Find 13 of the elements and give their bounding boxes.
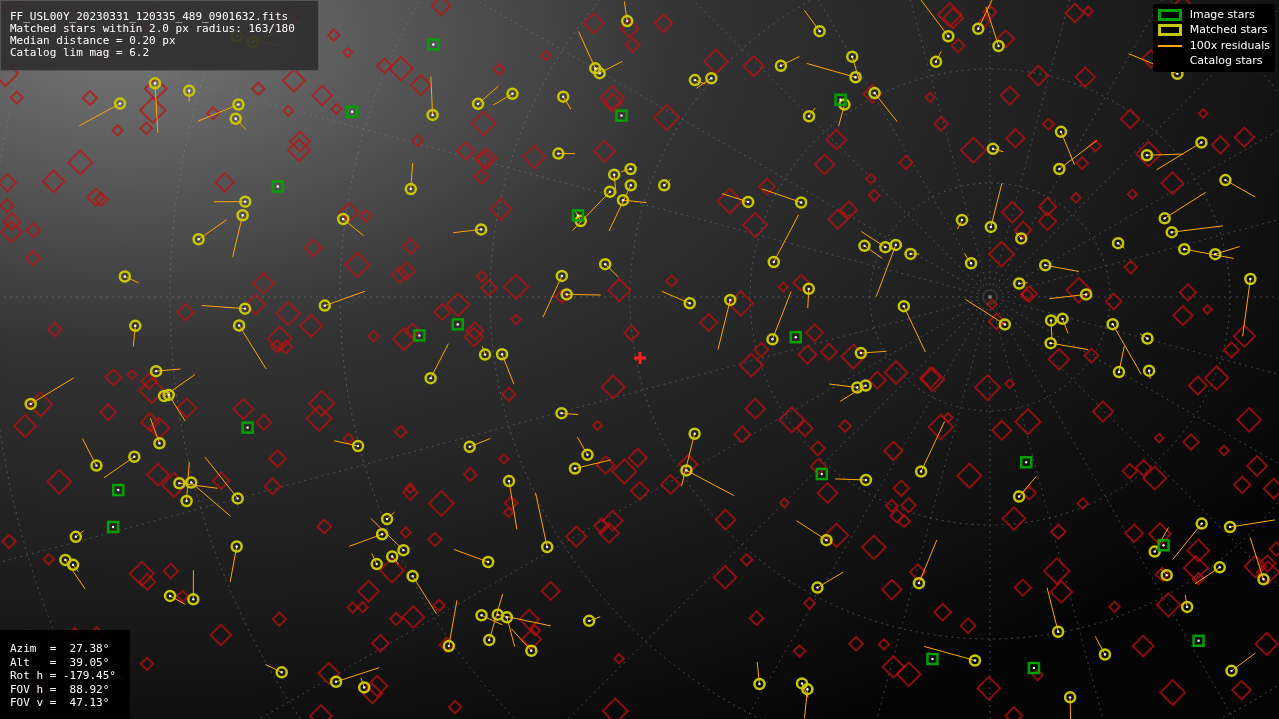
legend-label: Catalog stars <box>1189 53 1263 69</box>
info-text: Matched stars within 2.0 px radius: 163/180 <box>10 23 296 35</box>
pointing-text: FOV v = 47.13° <box>10 696 111 710</box>
legend-label: Matched stars <box>1189 22 1268 38</box>
legend-label: Image stars <box>1189 6 1255 23</box>
pointing-text: Rot h = -179.45° <box>10 669 117 683</box>
pointing-text: Azim = 27.38° <box>10 642 111 656</box>
info-text: Median distance = 0.20 px <box>10 35 177 47</box>
pointing-text: Alt = 39.05° <box>10 655 111 669</box>
info-text: FF_USL00Y_20230331_120335_489_0901632.fits <box>10 11 290 23</box>
pointing-text: FOV h = 88.92° <box>10 682 111 696</box>
info-text: Catalog lim mag = 6.2 <box>10 47 151 59</box>
legend-label: 100x residuals <box>1189 37 1270 54</box>
